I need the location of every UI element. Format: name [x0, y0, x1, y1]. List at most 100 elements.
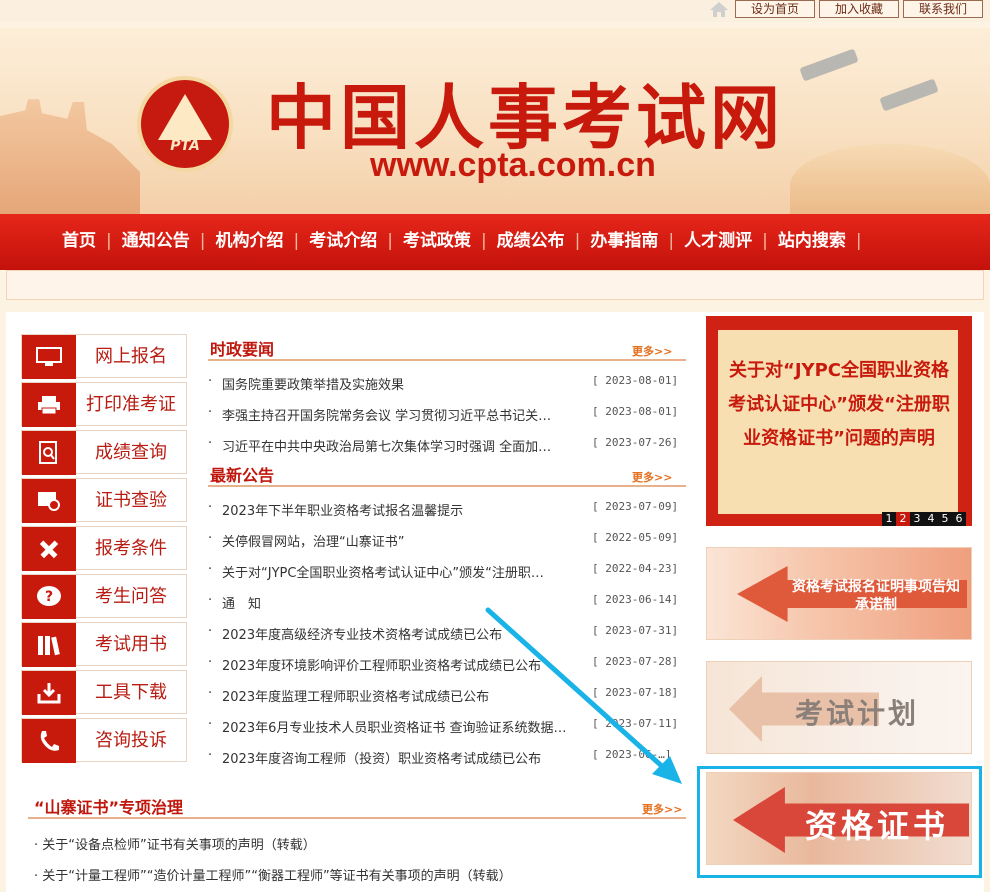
- site-url: www.cpta.com.cn: [370, 146, 656, 184]
- quick-link-print-admission[interactable]: 打印准考证: [21, 382, 187, 427]
- fake-cert-section-title: “山寨证书”专项治理: [34, 798, 184, 817]
- list-item[interactable]: · 关停假冒网站，治理“山寨证书”[ 2022-05-09]: [208, 531, 686, 551]
- list-item[interactable]: · 2023年度环境影响评价工程师职业资格考试成绩已公布[ 2023-07-28]: [208, 655, 686, 675]
- stadium-graphic: [790, 144, 990, 214]
- top-utility-bar: 设为首页 加入收藏 联系我们: [0, 0, 990, 22]
- quick-link-label: 咨询投诉: [95, 730, 167, 751]
- list-item[interactable]: · 2023年6月专业技术人员职业资格证书 查询验证系统数据…[ 2023-07-…: [208, 717, 686, 737]
- list-item[interactable]: · 2023年度高级经济专业技术资格考试成绩已公布[ 2023-07-31]: [208, 624, 686, 644]
- promo-pager: 1 2 3 4 5 6: [882, 512, 966, 526]
- bullet: ·: [208, 717, 213, 732]
- quick-link-label: 报考条件: [95, 538, 167, 559]
- nav-separator: |: [668, 231, 675, 251]
- quick-link-faq[interactable]: ? 考生问答: [21, 574, 187, 619]
- quick-link-tool-download[interactable]: 工具下载: [21, 670, 187, 715]
- list-item[interactable]: · 习近平在中共中央政治局第七次集体学习时强调 全面加…[ 2023-07-26]: [208, 436, 686, 456]
- nav-separator: |: [574, 231, 581, 251]
- site-logo[interactable]: PTA: [137, 76, 233, 172]
- section-divider: [208, 485, 686, 487]
- nav-separator: |: [762, 231, 768, 251]
- list-item[interactable]: · 通 知[ 2023-06-14]: [208, 593, 686, 613]
- list-item[interactable]: · 2023年度咨询工程师（投资）职业资格考试成绩已公布[ 2023-06-…]: [208, 748, 686, 768]
- bullet: ·: [208, 562, 213, 577]
- books-icon: [22, 623, 76, 667]
- nav-item-assessment[interactable]: 人才测评: [684, 228, 752, 254]
- banner-text: 考试计划: [795, 697, 920, 730]
- bullet: ·: [208, 748, 213, 763]
- bullet: ·: [208, 686, 213, 701]
- nav-item-notices[interactable]: 通知公告: [122, 228, 190, 254]
- bullet: ·: [208, 531, 213, 546]
- bullet: ·: [208, 500, 213, 515]
- pager-dot[interactable]: 5: [938, 512, 952, 526]
- list-item[interactable]: · 国务院重要政策举措及实施效果[ 2023-08-01]: [208, 374, 686, 394]
- bullet: ·: [208, 405, 213, 420]
- promo-slideshow[interactable]: 关于对“JYPC全国职业资格考试认证中心”颁发“注册职业资格证书”问题的声明: [706, 316, 972, 526]
- quick-link-label: 证书查验: [95, 490, 167, 511]
- monitor-icon: [22, 335, 76, 379]
- quick-link-certificate-check[interactable]: 证书查验: [21, 478, 187, 523]
- quick-link-complaints[interactable]: 咨询投诉: [21, 718, 187, 763]
- question-icon: ?: [22, 575, 76, 619]
- quick-link-label: 考生问答: [95, 586, 167, 607]
- list-item[interactable]: · 关于“设备点检师”证书有关事项的声明（转载）: [34, 834, 316, 853]
- pager-dot-active[interactable]: 2: [896, 512, 910, 526]
- sub-bar: [6, 270, 984, 300]
- news-section-title: 时政要闻: [210, 340, 275, 359]
- nav-separator: |: [293, 231, 300, 251]
- bullet: ·: [208, 593, 213, 608]
- nav-separator: |: [199, 231, 206, 251]
- quick-link-label: 成绩查询: [95, 442, 167, 463]
- list-item[interactable]: · 关于对“JYPC全国职业资格考试认证中心”颁发“注册职…[ 2022-04-2…: [208, 562, 686, 582]
- nav-separator: |: [387, 231, 393, 251]
- pencil-ruler-icon: [22, 527, 76, 571]
- nav-item-scores[interactable]: 成绩公布: [497, 228, 565, 254]
- quick-link-label: 打印准考证: [86, 394, 176, 415]
- pager-dot[interactable]: 3: [910, 512, 924, 526]
- nav-item-exams[interactable]: 考试介绍: [309, 228, 377, 254]
- banner-exam-plan[interactable]: 考试计划: [706, 661, 972, 754]
- nav-item-search[interactable]: 站内搜索: [778, 228, 846, 254]
- quick-link-exam-books[interactable]: 考试用书: [21, 622, 187, 667]
- nav-item-home[interactable]: 首页: [62, 228, 96, 254]
- quick-link-requirements[interactable]: 报考条件: [21, 526, 187, 571]
- section-divider: [208, 359, 686, 361]
- quick-link-score-query[interactable]: 成绩查询: [21, 430, 187, 475]
- nav-item-policy[interactable]: 考试政策: [403, 228, 471, 254]
- home-icon[interactable]: [709, 1, 729, 18]
- pager-dot[interactable]: 4: [924, 512, 938, 526]
- nav-separator: |: [106, 231, 112, 251]
- list-item[interactable]: · 李强主持召开国务院常务会议 学习贯彻习近平总书记关…[ 2023-08-01]: [208, 405, 686, 425]
- contact-us-button[interactable]: 联系我们: [903, 0, 983, 18]
- quick-link-online-registration[interactable]: 网上报名: [21, 334, 187, 379]
- set-homepage-button[interactable]: 设为首页: [735, 0, 815, 18]
- logo-text: PTA: [170, 138, 200, 154]
- highlight-box: [697, 766, 982, 878]
- quick-link-label: 考试用书: [95, 634, 167, 655]
- main-nav: 首页 | 通知公告 | 机构介绍 | 考试介绍 | 考试政策 | 成绩公布 | 办事指南 | …: [0, 214, 990, 270]
- printer-icon: [22, 383, 76, 427]
- nav-item-about[interactable]: 机构介绍: [215, 228, 283, 254]
- document-search-icon: [22, 431, 76, 475]
- pager-dot[interactable]: 1: [882, 512, 896, 526]
- list-item[interactable]: · 2023年下半年职业资格考试报名温馨提示[ 2023-07-09]: [208, 500, 686, 520]
- certificate-search-icon: [22, 479, 76, 523]
- news-more-link[interactable]: 更多>>: [632, 343, 672, 359]
- list-item[interactable]: · 2023年度监理工程师职业资格考试成绩已公布[ 2023-07-18]: [208, 686, 686, 706]
- pager-dot[interactable]: 6: [952, 512, 966, 526]
- bullet: ·: [208, 624, 213, 639]
- satellite-icon: [799, 48, 859, 82]
- quick-link-label: 工具下载: [95, 682, 167, 703]
- great-wall-graphic: [0, 99, 140, 214]
- banner-registration-commitment[interactable]: 资格考试报名证明事项告知承诺制: [706, 547, 972, 640]
- bullet: ·: [208, 436, 213, 451]
- phone-icon: [22, 719, 76, 763]
- nav-item-guide[interactable]: 办事指南: [590, 228, 658, 254]
- list-item[interactable]: · 关于“计量工程师”“造价计量工程师”“衡器工程师”等证书有关事项的声明（转载…: [34, 865, 512, 884]
- add-favorite-button[interactable]: 加入收藏: [819, 0, 899, 18]
- notices-more-link[interactable]: 更多>>: [632, 469, 672, 485]
- notices-section-title: 最新公告: [210, 466, 275, 485]
- download-tray-icon: [22, 671, 76, 715]
- fake-cert-more-link[interactable]: 更多>>: [642, 801, 682, 817]
- section-divider: [28, 817, 686, 819]
